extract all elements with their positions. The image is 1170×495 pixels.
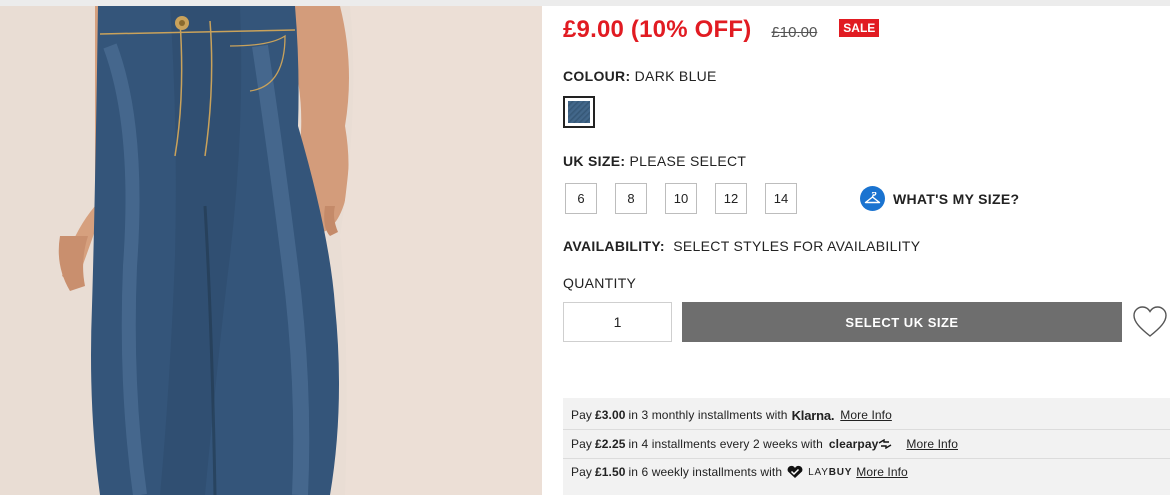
size-option-12[interactable]: 12 <box>715 183 747 214</box>
size-option-8[interactable]: 8 <box>615 183 647 214</box>
clearpay-text: in 4 installments every 2 weeks with <box>628 437 823 451</box>
laybuy-text: in 6 weekly installments with <box>628 465 783 479</box>
availability-line: AVAILABILITY: SELECT STYLES FOR AVAILABI… <box>563 238 920 254</box>
size-option-14[interactable]: 14 <box>765 183 797 214</box>
price-row: £9.00 (10% OFF) £10.00 SALE <box>563 16 880 44</box>
clearpay-more-info-link[interactable]: More Info <box>906 437 958 451</box>
laybuy-more-info-link[interactable]: More Info <box>856 465 908 479</box>
pay-prefix: Pay <box>571 437 592 451</box>
size-line: UK SIZE: PLEASE SELECT <box>563 153 746 169</box>
availability-label: AVAILABILITY: <box>563 238 665 254</box>
select-size-button[interactable]: SELECT UK SIZE <box>682 302 1122 342</box>
laybuy-wordmark-bold: BUY <box>828 466 853 478</box>
klarna-logo: Klarna. <box>791 407 835 423</box>
heart-icon[interactable] <box>1132 305 1168 339</box>
colour-label: COLOUR: <box>563 68 631 84</box>
klarna-row: Pay £3.00 in 3 monthly installments with… <box>563 401 1170 429</box>
laybuy-wordmark-light: LAY <box>808 466 829 478</box>
jeans-photo <box>0 6 542 495</box>
klarna-more-info-link[interactable]: More Info <box>840 408 892 422</box>
laybuy-heart-icon <box>787 465 803 478</box>
laybuy-logo: LAY BUY <box>786 465 852 479</box>
clearpay-amount: £2.25 <box>594 437 626 451</box>
size-label: UK SIZE: <box>563 153 626 169</box>
payment-options: Pay £3.00 in 3 monthly installments with… <box>563 398 1170 495</box>
size-guide-label: WHAT'S MY SIZE? <box>893 190 1020 207</box>
laybuy-row: Pay £1.50 in 6 weekly installments with … <box>563 458 1170 486</box>
product-image <box>0 6 542 495</box>
klarna-amount: £3.00 <box>594 408 626 422</box>
availability-value: SELECT STYLES FOR AVAILABILITY <box>673 238 921 254</box>
current-price: £9.00 (10% OFF) <box>563 16 752 43</box>
quantity-label: QUANTITY <box>563 275 637 291</box>
colour-swatch-dark-blue[interactable] <box>563 96 595 128</box>
hanger-icon <box>860 186 885 211</box>
size-option-6[interactable]: 6 <box>565 183 597 214</box>
clearpay-wordmark: clearpay <box>828 437 879 451</box>
size-guide-link[interactable]: WHAT'S MY SIZE? <box>860 186 1019 211</box>
size-option-10[interactable]: 10 <box>665 183 697 214</box>
pay-prefix: Pay <box>571 465 592 479</box>
swatch-fill <box>568 101 590 123</box>
quantity-input[interactable] <box>563 302 672 342</box>
klarna-text: in 3 monthly installments with <box>628 408 788 422</box>
colour-value: DARK BLUE <box>634 68 717 84</box>
gutter <box>542 6 564 495</box>
sale-badge: SALE <box>839 19 880 37</box>
size-value: PLEASE SELECT <box>629 153 747 169</box>
pay-prefix: Pay <box>571 408 592 422</box>
original-price: £10.00 <box>771 24 818 41</box>
clearpay-logo: clearpay <box>829 437 893 451</box>
colour-line: COLOUR: DARK BLUE <box>563 68 717 84</box>
clearpay-row: Pay £2.25 in 4 installments every 2 week… <box>563 430 1170 458</box>
clearpay-arrows-icon <box>879 439 892 449</box>
laybuy-amount: £1.50 <box>594 465 626 479</box>
